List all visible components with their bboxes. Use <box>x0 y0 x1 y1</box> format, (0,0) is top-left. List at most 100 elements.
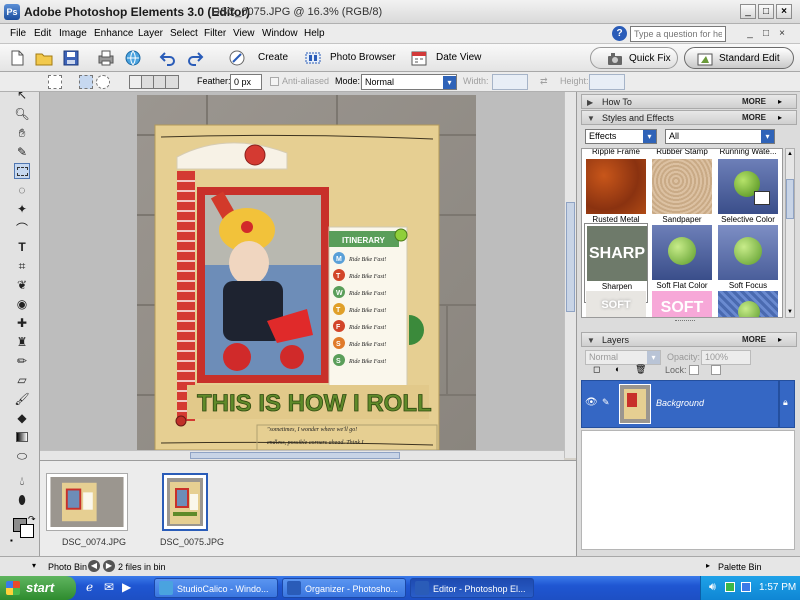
effect-rubber-stamp[interactable]: Rubber Stamp <box>650 149 714 156</box>
palette-menu-arrow-icon[interactable]: ▸ <box>778 113 782 122</box>
undo-icon[interactable] <box>159 49 177 67</box>
doc-close-button[interactable]: × <box>776 29 788 40</box>
photo-browser-button[interactable]: Photo Browser <box>330 52 396 63</box>
palette-bin-label[interactable]: Palette Bin <box>718 562 762 572</box>
eye-visibility-icon[interactable]: 👁︎ <box>585 397 598 408</box>
speaker-icon[interactable]: 🔊︎ <box>709 581 716 594</box>
task-organizer[interactable]: Organizer - Photosho... <box>282 578 406 598</box>
canvas-horizontal-scrollbar[interactable] <box>40 450 564 460</box>
menu-view[interactable]: View <box>233 28 255 39</box>
redo-icon[interactable] <box>186 49 204 67</box>
standard-edit-button[interactable]: Standard Edit <box>684 47 794 69</box>
anti-aliased-checkbox[interactable] <box>270 77 279 86</box>
layer-name[interactable]: Background <box>656 398 704 408</box>
eraser-tool-icon[interactable]: ▱ <box>14 372 30 388</box>
how-to-palette-header[interactable]: ▶ How To MORE ▸ <box>581 94 797 109</box>
canvas-vertical-scroll-thumb[interactable] <box>566 202 575 312</box>
canvas-workspace[interactable]: ITINERARY M Ride Bike Fast! T Ride Bike Fas… <box>40 92 576 458</box>
height-input[interactable] <box>589 74 625 90</box>
task-editor[interactable]: Editor - Photoshop El... <box>410 578 534 598</box>
task-studiocalico[interactable]: StudioCalico - Windo... <box>154 578 278 598</box>
maximize-button[interactable]: □ <box>758 4 774 19</box>
shape-tool-icon[interactable]: ⬭ <box>14 448 30 464</box>
effects-scroll-thumb[interactable] <box>786 179 794 219</box>
start-button[interactable]: start <box>0 576 76 600</box>
eyedropper-tool-icon[interactable]: ✎ <box>14 144 30 160</box>
open-folder-icon[interactable] <box>35 49 53 67</box>
palette-resize-grip[interactable] <box>675 320 695 324</box>
scroll-down-icon[interactable]: ▼ <box>786 309 794 315</box>
brush-tool-icon[interactable]: 🖌︎ <box>14 391 30 407</box>
crop-tool-icon[interactable]: ⌗ <box>14 258 30 274</box>
width-input[interactable] <box>492 74 528 90</box>
quick-fix-button[interactable]: Quick Fix <box>590 47 678 69</box>
outlook-quicklaunch-icon[interactable]: ✉︎ <box>104 580 114 594</box>
rectangular-marquee-tool-icon[interactable] <box>14 163 30 179</box>
cookie-cutter-tool-icon[interactable]: ❦ <box>14 277 30 293</box>
effect-soft-glow[interactable]: SOFT GLOW <box>584 289 648 317</box>
online-services-icon[interactable] <box>124 49 142 67</box>
canvas-horizontal-scroll-thumb[interactable] <box>190 452 400 459</box>
document-image[interactable]: ITINERARY M Ride Bike Fast! T Ride Bike Fas… <box>137 95 476 450</box>
effects-category-select[interactable]: Effects ▾ <box>585 129 657 144</box>
menu-window[interactable]: Window <box>262 28 298 39</box>
rect-marquee-preset-icon[interactable] <box>48 75 62 89</box>
new-file-icon[interactable] <box>8 49 26 67</box>
styles-effects-more-button[interactable]: MORE <box>742 113 766 122</box>
brush-link-icon[interactable]: ✎ <box>602 397 610 408</box>
move-tool-icon[interactable]: ↖ <box>14 87 30 103</box>
palette-bin-toggle-icon[interactable]: ▸ <box>706 561 710 570</box>
doc-minimize-button[interactable]: _ <box>744 29 756 40</box>
palette-menu-arrow-icon[interactable]: ▸ <box>778 97 782 106</box>
bin-thumb-dsc-0075[interactable] <box>162 473 208 531</box>
palette-menu-arrow-icon[interactable]: ▸ <box>778 335 782 344</box>
menu-edit[interactable]: Edit <box>34 28 51 39</box>
scroll-up-icon[interactable]: ▲ <box>786 151 794 157</box>
date-view-button[interactable]: Date View <box>436 52 481 63</box>
network-icon[interactable] <box>741 582 751 592</box>
effects-scrollbar[interactable]: ▲ ▼ <box>785 148 795 318</box>
lasso-tool-icon[interactable]: ◌ <box>14 182 30 198</box>
new-layer-icon[interactable]: ◻︎ <box>593 364 600 375</box>
print-icon[interactable] <box>97 49 115 67</box>
hand-tool-icon[interactable]: ✋︎ <box>14 125 30 141</box>
menu-filter[interactable]: Filter <box>204 28 226 39</box>
layer-row-background[interactable]: 👁︎ ✎ Background <box>581 380 779 428</box>
swap-dimensions-icon[interactable]: ⇄ <box>540 76 548 87</box>
ie-quicklaunch-icon[interactable]: ℯ <box>86 580 93 594</box>
red-eye-tool-icon[interactable]: ◉ <box>14 296 30 312</box>
mode-select[interactable]: Normal ▾ <box>361 74 457 90</box>
next-photo-icon[interactable]: ▶ <box>103 560 115 572</box>
intersect-selection-icon[interactable] <box>165 75 179 89</box>
save-icon[interactable] <box>62 49 80 67</box>
canvas-vertical-scrollbar[interactable] <box>564 92 576 458</box>
date-view-icon[interactable] <box>410 49 428 67</box>
effect-running-water[interactable]: Running Wate... <box>716 149 780 156</box>
help-search-input[interactable] <box>630 26 726 42</box>
elliptical-marquee-icon[interactable] <box>96 75 110 89</box>
opacity-input[interactable]: 100% <box>701 350 751 365</box>
layers-more-button[interactable]: MORE <box>742 335 766 344</box>
media-quicklaunch-icon[interactable]: ▶︎ <box>122 580 131 594</box>
selection-brush-tool-icon[interactable]: ⌒ <box>14 220 30 236</box>
photo-bin-toggle-icon[interactable]: ▾ <box>32 561 36 570</box>
create-button[interactable]: Create <box>258 52 288 63</box>
photo-bin-label[interactable]: Photo Bin <box>48 562 87 572</box>
bin-thumb-dsc-0074[interactable] <box>46 473 128 531</box>
menu-select[interactable]: Select <box>170 28 198 39</box>
how-to-more-button[interactable]: MORE <box>742 97 766 106</box>
zoom-tool-icon[interactable]: 🔍︎ <box>14 106 30 122</box>
lock-transparency-checkbox[interactable] <box>689 365 699 375</box>
photo-browser-icon[interactable] <box>304 49 322 67</box>
doc-restore-button[interactable]: □ <box>760 29 772 40</box>
magic-wand-tool-icon[interactable]: ✦ <box>14 201 30 217</box>
clone-stamp-tool-icon[interactable]: ♜ <box>14 334 30 350</box>
menu-image[interactable]: Image <box>59 28 87 39</box>
default-colors-icon[interactable]: ▪ <box>10 536 13 545</box>
menu-layer[interactable]: Layer <box>138 28 163 39</box>
background-color-swatch[interactable] <box>20 524 34 538</box>
menu-help[interactable]: Help <box>304 28 325 39</box>
menu-enhance[interactable]: Enhance <box>94 28 133 39</box>
sponge-tool-icon[interactable]: ⬮ <box>14 492 30 508</box>
pencil-tool-icon[interactable]: ✏ <box>14 353 30 369</box>
